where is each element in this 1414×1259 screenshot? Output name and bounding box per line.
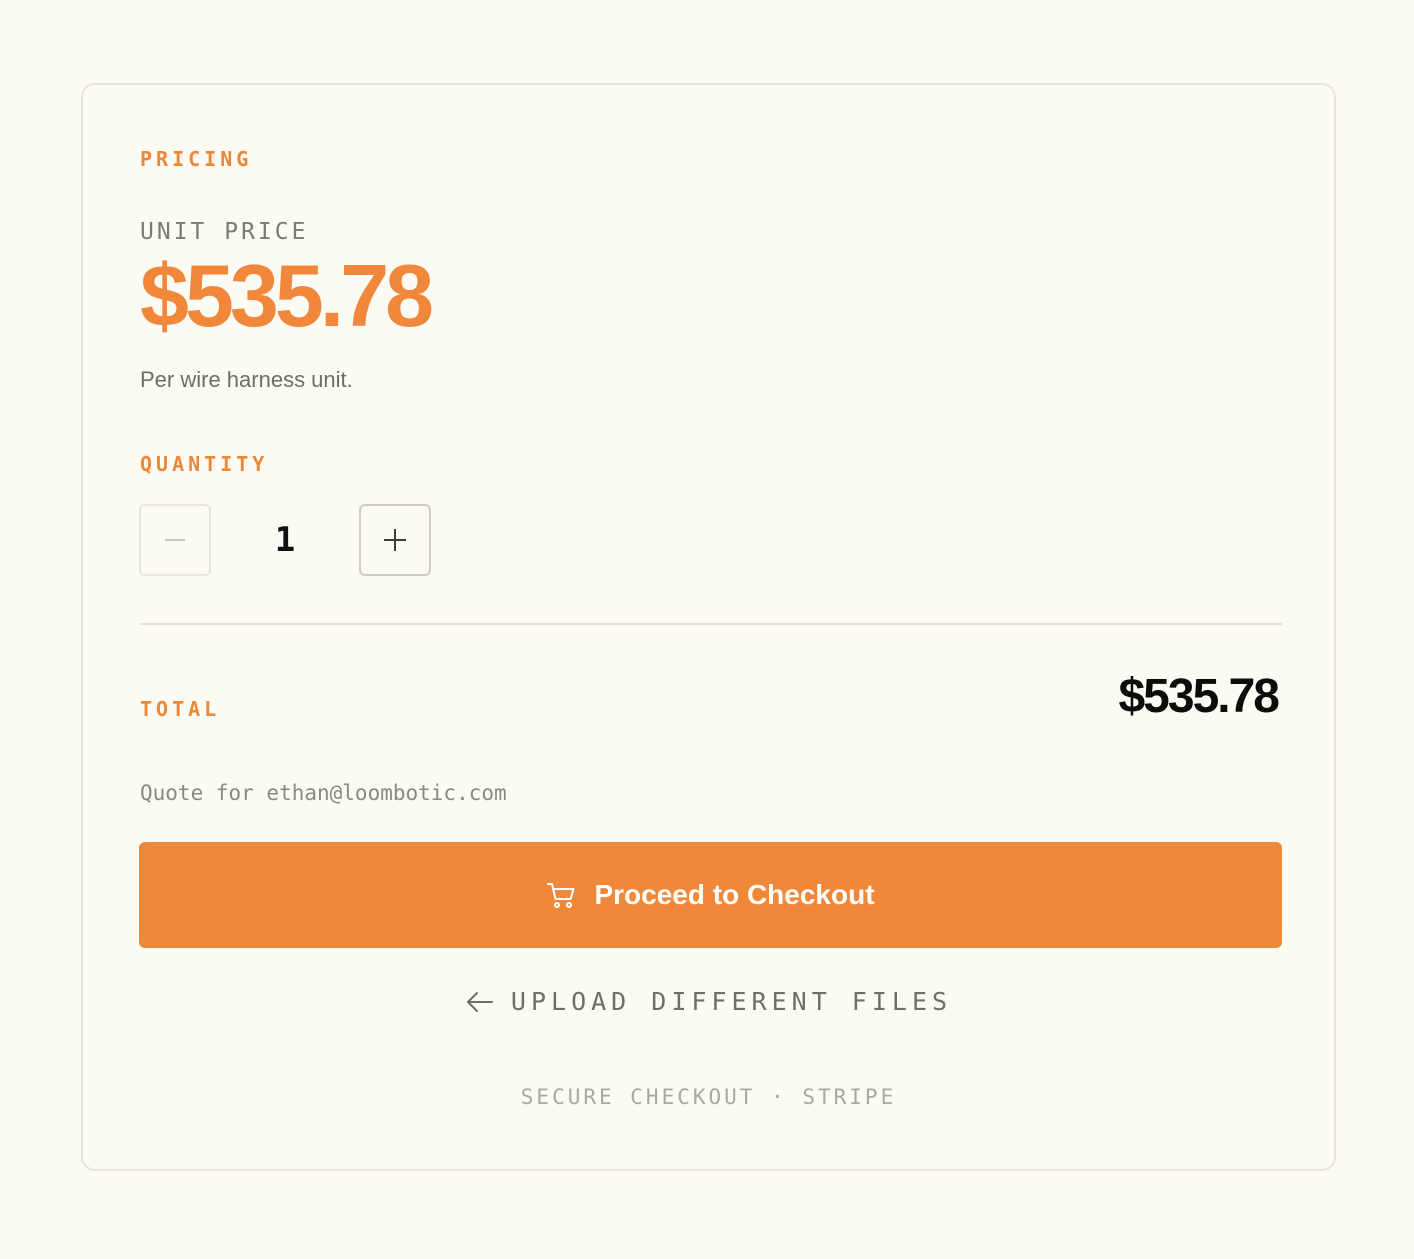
divider — [140, 623, 1282, 625]
checkout-button-label: Proceed to Checkout — [594, 879, 875, 910]
total-value: $535.78 — [1118, 670, 1280, 723]
arrow-left-icon — [466, 991, 493, 1012]
secure-checkout-note: SECURE CHECKOUT · STRIPE — [520, 1085, 897, 1109]
pricing-section-label: PRICING — [140, 147, 253, 171]
pricing-card: PRICING UNIT PRICE $535.78 Per wire harn… — [81, 83, 1336, 1171]
upload-different-files-link[interactable]: UPLOAD DIFFERENT FILES — [83, 987, 1334, 1016]
quantity-value: 1 — [274, 520, 296, 560]
unit-price-value: $535.78 — [140, 246, 434, 345]
total-label: TOTAL — [140, 697, 221, 721]
decrement-button[interactable] — [139, 504, 211, 576]
minus-icon — [165, 539, 185, 541]
cart-icon — [547, 883, 575, 908]
quantity-section-label: QUANTITY — [140, 452, 269, 476]
checkout-button[interactable]: Proceed to Checkout — [139, 842, 1282, 948]
quote-email-text: Quote for ethan@loombotic.com — [140, 781, 507, 805]
unit-price-note: Per wire harness unit. — [140, 367, 353, 392]
unit-price-label: UNIT PRICE — [140, 219, 309, 245]
plus-icon — [384, 529, 406, 551]
increment-button[interactable] — [359, 504, 431, 576]
upload-link-label: UPLOAD DIFFERENT FILES — [510, 987, 953, 1016]
